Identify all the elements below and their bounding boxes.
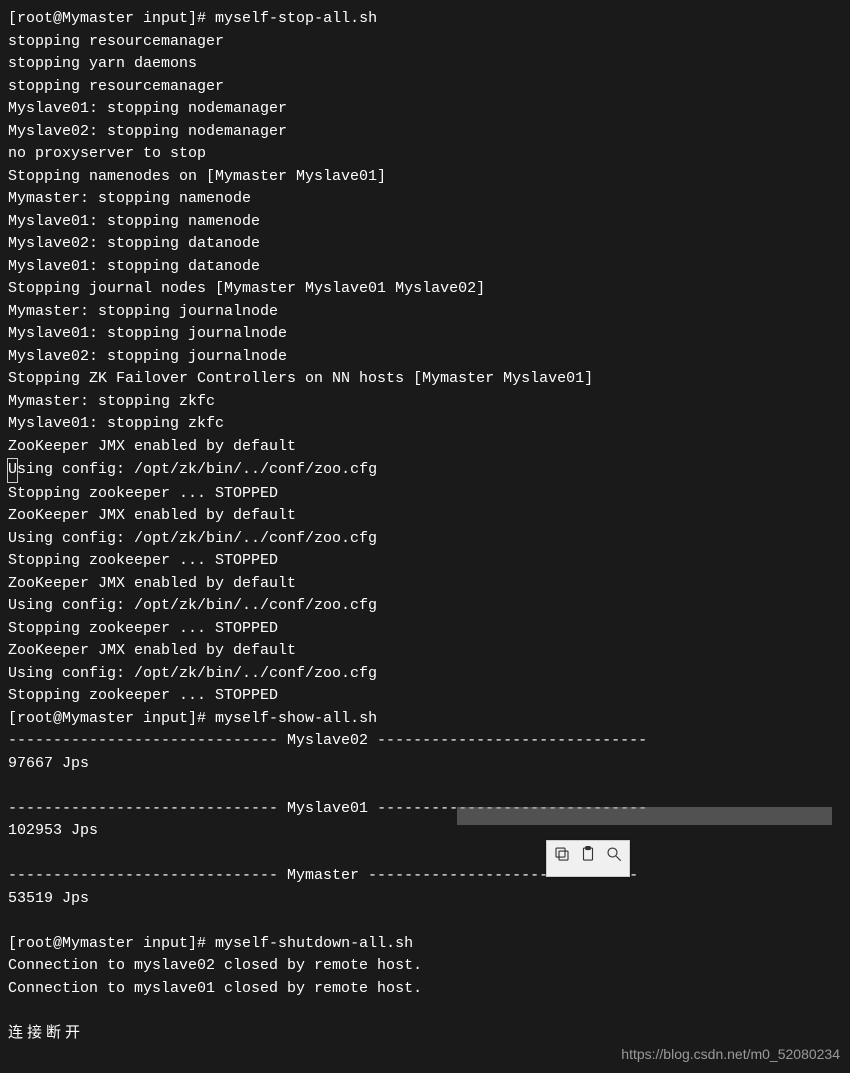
output-line: Stopping namenodes on [Mymaster Myslave0… xyxy=(8,168,386,185)
command-text: myself-show-all.sh xyxy=(215,710,377,727)
shell-prompt: [root@Mymaster input]# xyxy=(8,710,215,727)
output-line: ZooKeeper JMX enabled by default xyxy=(8,507,296,524)
output-line: Using config: /opt/zk/bin/../conf/zoo.cf… xyxy=(8,597,377,614)
shell-prompt: [root@Mymaster input]# xyxy=(8,935,215,952)
output-line: Connection to myslave01 closed by remote… xyxy=(8,980,422,997)
jps-output: 97667 Jps xyxy=(8,755,89,772)
terminal-output[interactable]: [root@Mymaster input]# myself-stop-all.s… xyxy=(8,8,842,1045)
command-text: myself-shutdown-all.sh xyxy=(215,935,413,952)
output-line: Myslave02: stopping nodemanager xyxy=(8,123,287,140)
output-line: stopping resourcemanager xyxy=(8,78,224,95)
text-selection-highlight xyxy=(457,807,832,825)
disconnect-message: 连接断开 xyxy=(8,1022,842,1045)
output-line: Using config: /opt/zk/bin/../conf/zoo.cf… xyxy=(8,530,377,547)
output-line: Myslave01: stopping datanode xyxy=(8,258,260,275)
output-line: Using config: /opt/zk/bin/../conf/zoo.cf… xyxy=(8,665,377,682)
output-line: Mymaster: stopping journalnode xyxy=(8,303,278,320)
output-line: Stopping zookeeper ... STOPPED xyxy=(8,552,278,569)
output-line: Mymaster: stopping namenode xyxy=(8,190,251,207)
output-line: Myslave01: stopping journalnode xyxy=(8,325,287,342)
output-line: Myslave01: stopping nodemanager xyxy=(8,100,287,117)
command-text: myself-stop-all.sh xyxy=(215,10,377,27)
output-line: no proxyserver to stop xyxy=(8,145,206,162)
jps-output: 53519 Jps xyxy=(8,890,89,907)
watermark-text: https://blog.csdn.net/m0_52080234 xyxy=(621,1044,840,1065)
output-line: Myslave02: stopping datanode xyxy=(8,235,260,252)
separator-line: ------------------------------ Myslave01 xyxy=(8,800,377,817)
output-line: Myslave01: stopping zkfc xyxy=(8,415,224,432)
output-line: Stopping zookeeper ... STOPPED xyxy=(8,620,278,637)
output-line: Stopping zookeeper ... STOPPED xyxy=(8,687,278,704)
output-line: Myslave01: stopping namenode xyxy=(8,213,260,230)
output-line: sing config: /opt/zk/bin/../conf/zoo.cfg xyxy=(17,461,377,478)
output-line: ZooKeeper JMX enabled by default xyxy=(8,575,296,592)
output-line: Stopping journal nodes [Mymaster Myslave… xyxy=(8,280,485,297)
copy-icon[interactable] xyxy=(553,845,571,872)
selection-toolbar xyxy=(546,840,630,877)
separator-line: ------------------------------ Mymaster … xyxy=(8,867,638,884)
output-line: Connection to myslave02 closed by remote… xyxy=(8,957,422,974)
output-line: stopping resourcemanager xyxy=(8,33,224,50)
output-line: ZooKeeper JMX enabled by default xyxy=(8,642,296,659)
search-icon[interactable] xyxy=(605,845,623,872)
output-line: stopping yarn daemons xyxy=(8,55,197,72)
jps-output: 102953 Jps xyxy=(8,822,98,839)
shell-prompt: [root@Mymaster input]# xyxy=(8,10,215,27)
output-line: ZooKeeper JMX enabled by default xyxy=(8,438,296,455)
paste-icon[interactable] xyxy=(579,845,597,872)
output-line: Mymaster: stopping zkfc xyxy=(8,393,215,410)
output-line: Myslave02: stopping journalnode xyxy=(8,348,287,365)
separator-line: ------------------------------ Myslave02… xyxy=(8,732,647,749)
output-line: Stopping zookeeper ... STOPPED xyxy=(8,485,278,502)
output-line: Stopping ZK Failover Controllers on NN h… xyxy=(8,370,593,387)
